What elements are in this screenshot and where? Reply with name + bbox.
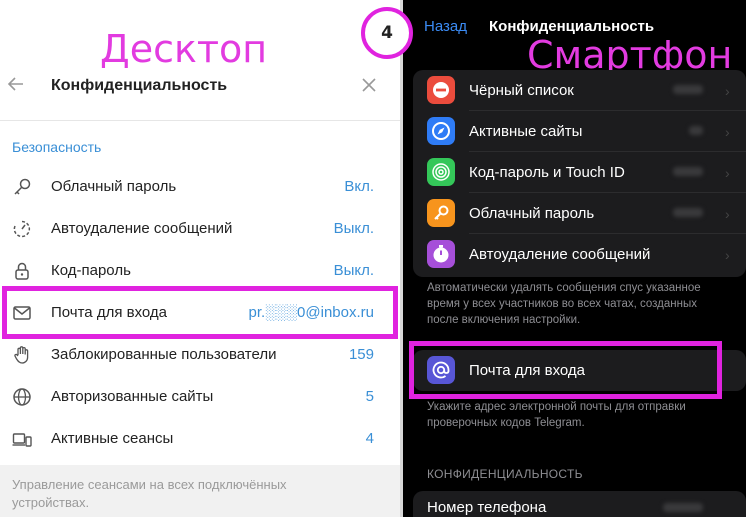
row-label: Номер телефона <box>427 499 547 516</box>
chevron-right-icon: › <box>725 165 730 181</box>
row-active-sessions[interactable]: Активные сеансы 4 <box>0 418 400 460</box>
blurred-value <box>673 85 703 94</box>
key-icon <box>14 178 31 195</box>
row-value: 5 <box>365 388 374 405</box>
row-label: Код-пароль и Touch ID <box>469 164 625 181</box>
desktop-caption: Десктоп <box>100 27 268 71</box>
autodelete-note: Автоматически удалять сообщения спус ука… <box>427 282 701 326</box>
row-cloud-password-phone[interactable]: Облачный пароль › <box>413 193 746 234</box>
row-label: Автоудаление сообщений <box>51 220 233 237</box>
timer-icon <box>427 240 455 268</box>
email-note: Укажите адрес электронной почты для отпр… <box>427 401 686 429</box>
footer-text: Управление сеансами на всех подключённых… <box>12 477 287 510</box>
row-label: Авторизованные сайты <box>51 388 214 405</box>
header-divider <box>0 120 400 121</box>
blurred-value <box>689 126 703 135</box>
phone-panel: Назад Конфиденциальность Смартфон Чёрный… <box>403 0 746 517</box>
compass-icon <box>427 117 455 145</box>
row-blacklist[interactable]: Чёрный список › <box>413 70 746 111</box>
highlight-box-phone <box>409 341 722 399</box>
chevron-right-icon: › <box>725 247 730 263</box>
back-button[interactable]: Назад <box>424 18 467 35</box>
row-value: Выкл. <box>333 220 374 237</box>
row-label: Активные сайты <box>469 123 583 140</box>
row-cloud-password[interactable]: Облачный пароль Вкл. <box>0 166 400 208</box>
row-label: Код-пароль <box>51 262 131 279</box>
chevron-right-icon: › <box>725 206 730 222</box>
row-value: 4 <box>365 430 374 447</box>
highlight-box-desktop <box>2 286 398 339</box>
row-passcode-touchid[interactable]: Код-пароль и Touch ID › <box>413 152 746 193</box>
row-auto-delete-phone[interactable]: Автоудаление сообщений › <box>413 234 746 275</box>
phone-number-group: Номер телефона <box>413 491 746 517</box>
row-value: 159 <box>348 346 374 363</box>
row-authorized-sites[interactable]: Авторизованные сайты 5 <box>0 376 400 418</box>
back-arrow-icon[interactable] <box>6 74 26 94</box>
row-label: Заблокированные пользователи <box>51 346 277 363</box>
section-title-security: Безопасность <box>12 139 102 155</box>
row-label: Облачный пароль <box>51 178 177 195</box>
row-value: Выкл. <box>333 262 374 279</box>
page-title: Конфиденциальность <box>51 77 228 94</box>
row-label: Облачный пароль <box>469 205 595 222</box>
row-value: Вкл. <box>344 178 374 195</box>
blurred-value <box>673 208 703 217</box>
settings-header: Конфиденциальность <box>0 68 400 108</box>
step-number-badge: 4 <box>361 7 413 59</box>
timer-icon <box>13 220 31 238</box>
row-label: Активные сеансы <box>51 430 174 447</box>
section-title-privacy: КОНФИДЕНЦИАЛЬНОСТЬ <box>427 467 583 481</box>
row-phone-number[interactable]: Номер телефона <box>413 491 746 517</box>
row-label: Автоудаление сообщений <box>469 246 651 263</box>
phone-caption: Смартфон <box>527 33 733 77</box>
row-label: Чёрный список <box>469 82 574 99</box>
hand-icon <box>14 346 29 364</box>
minus-icon <box>427 76 455 104</box>
sessions-footer: Управление сеансами на всех подключённых… <box>0 465 400 517</box>
fingerprint-icon <box>427 158 455 186</box>
lock-icon <box>15 262 29 280</box>
blurred-value <box>663 503 703 512</box>
key-icon <box>427 199 455 227</box>
chevron-right-icon: › <box>725 124 730 140</box>
desktop-panel: Десктоп Конфиденциальность Безопасность … <box>0 0 400 517</box>
row-active-sites[interactable]: Активные сайты › <box>413 111 746 152</box>
chevron-right-icon: › <box>725 83 730 99</box>
row-auto-delete[interactable]: Автоудаление сообщений Выкл. <box>0 208 400 250</box>
row-blocked-users[interactable]: Заблокированные пользователи 159 <box>0 334 400 376</box>
privacy-list-group: Чёрный список › Активные сайты › Код-пар… <box>413 70 746 277</box>
close-icon[interactable] <box>360 76 378 94</box>
devices-icon <box>12 433 32 447</box>
blurred-value <box>673 167 703 176</box>
globe-icon <box>13 388 31 406</box>
